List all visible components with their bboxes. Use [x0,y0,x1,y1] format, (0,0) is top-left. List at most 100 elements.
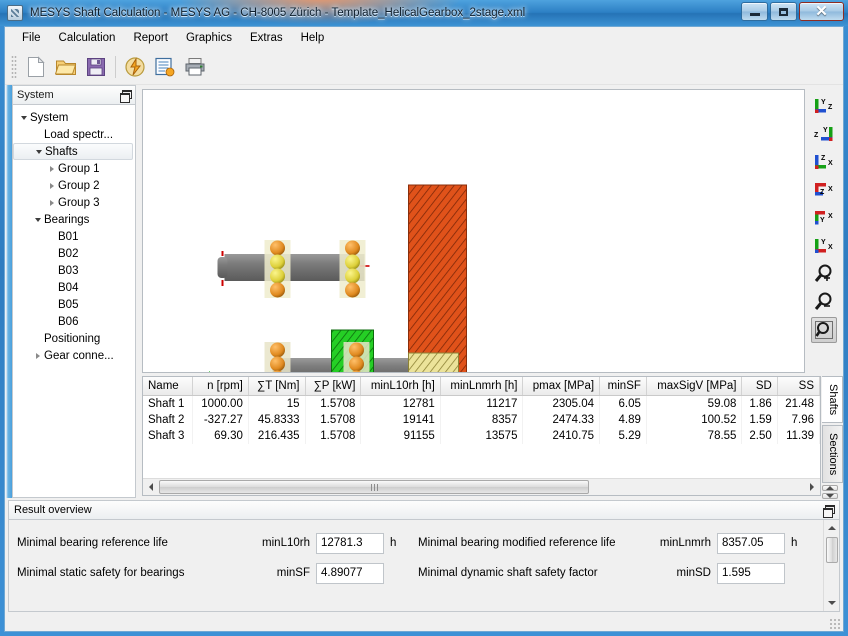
tree-item-group-2[interactable]: Group 2 [13,177,135,194]
open-folder-icon[interactable] [51,52,81,82]
tree-item-group-1[interactable]: Group 1 [13,160,135,177]
tree-item-b02[interactable]: B02 [13,245,135,262]
scroll-right-arrow-icon[interactable] [804,480,820,495]
chevron-right-icon[interactable] [45,200,58,206]
table-row[interactable]: Shaft 369.30216.4351.570891155135752410.… [143,428,820,444]
table-horizontal-scrollbar[interactable] [143,478,820,495]
view-zy-icon[interactable]: Y Z [811,121,837,147]
result-scroll-thumb[interactable] [826,537,838,563]
tree-item-label: B05 [58,299,78,311]
column-header-minlnmrh-h[interactable]: minLnmrh [h] [440,377,523,396]
toolbar-grip[interactable] [11,55,17,79]
horizontal-scroll-thumb[interactable] [159,480,589,494]
window-title: MESYS Shaft Calculation - MESYS AG - CH-… [30,7,525,19]
tree-item-system[interactable]: System [13,109,135,126]
svg-text:X: X [828,186,833,193]
table-header-row: Namen [rpm]∑T [Nm]∑P [kW]minL10rh [h]min… [143,377,820,396]
column-header-minl10rh-h[interactable]: minL10rh [h] [361,377,440,396]
column-header-t-nm[interactable]: ∑T [Nm] [248,377,305,396]
column-header-sd[interactable]: SD [742,377,777,396]
minimize-button[interactable] [741,2,768,21]
column-header-maxsigv-mpa[interactable]: maxSigV [MPa] [646,377,742,396]
table-row[interactable]: Shaft 11000.00151.570812781112172305.046… [143,396,820,413]
table-cell: 100.52 [646,412,742,428]
toolbar-separator [115,56,116,78]
maximize-button[interactable] [770,2,797,21]
table-cell: 8357 [440,412,523,428]
scroll-down-arrow-icon[interactable] [825,596,839,610]
svg-text:Y: Y [821,239,826,246]
report-icon[interactable] [150,52,180,82]
zoom-fit-icon[interactable] [811,317,837,343]
svg-text:X: X [828,244,833,251]
table-scroll-up-button[interactable] [822,485,838,491]
chevron-right-icon[interactable] [45,166,58,172]
tree-item-b01[interactable]: B01 [13,228,135,245]
graphics-view[interactable] [142,89,805,373]
result-value-field[interactable]: 8357.05 [717,533,785,554]
result-value-field[interactable]: 4.89077 [316,563,384,584]
tree-item-gear-conne[interactable]: Gear conne... [13,347,135,364]
save-disk-icon[interactable] [81,52,111,82]
tab-shafts[interactable]: Shafts [822,376,843,423]
float-restore-icon[interactable] [823,505,834,516]
column-header-p-kw[interactable]: ∑P [kW] [305,377,361,396]
zoom-in-icon[interactable] [811,261,837,287]
window-resize-grip[interactable] [829,618,841,630]
result-vertical-scrollbar[interactable] [823,520,839,611]
chevron-right-icon[interactable] [31,353,44,359]
scroll-left-arrow-icon[interactable] [143,480,159,495]
menu-calculation[interactable]: Calculation [50,29,125,47]
chevron-right-icon[interactable] [45,183,58,189]
menu-report[interactable]: Report [124,29,177,47]
window-controls: ✕ [741,2,844,21]
tree-item-b06[interactable]: B06 [13,313,135,330]
table-cell: 1.86 [742,396,777,413]
chevron-down-icon[interactable] [32,150,45,154]
table-cell: 2.50 [742,428,777,444]
view-yz-icon[interactable]: Y Z [811,93,837,119]
menu-help[interactable]: Help [292,29,334,47]
horizontal-scroll-track[interactable] [589,480,804,495]
chevron-down-icon[interactable] [31,218,44,222]
column-header-pmax-mpa[interactable]: pmax [MPa] [523,377,600,396]
tree-item-shafts[interactable]: Shafts [13,143,133,160]
printer-icon[interactable] [180,52,210,82]
close-button[interactable]: ✕ [799,2,844,21]
tree-item-b03[interactable]: B03 [13,262,135,279]
result-value-field[interactable]: 1.595 [717,563,785,584]
table-scroll-down-button[interactable] [822,493,838,499]
view-yx-icon[interactable]: Y X [811,233,837,259]
table-cell: 2410.75 [523,428,600,444]
zoom-out-icon[interactable] [811,289,837,315]
calculate-lightning-icon[interactable] [120,52,150,82]
column-header-n-rpm[interactable]: n [rpm] [193,377,249,396]
float-restore-icon[interactable] [120,90,131,101]
result-value-field[interactable]: 12781.3 [316,533,384,554]
tree-item-group-3[interactable]: Group 3 [13,194,135,211]
system-tree[interactable]: SystemLoad spectr...ShaftsGroup 1Group 2… [12,104,136,498]
column-header-ss[interactable]: SS [777,377,819,396]
menu-file[interactable]: File [13,29,50,47]
tree-item-bearings[interactable]: Bearings [13,211,135,228]
table-cell: 11217 [440,396,523,413]
view-xz-icon[interactable]: Z X [811,177,837,203]
chevron-down-icon[interactable] [17,116,30,120]
tab-sections[interactable]: Sections [822,425,843,483]
result-item: Minimal bearing reference lifeminL10rh12… [17,533,418,554]
column-header-name[interactable]: Name [143,377,193,396]
column-header-minsf[interactable]: minSF [600,377,647,396]
tree-item-positioning[interactable]: Positioning [13,330,135,347]
view-zx-icon[interactable]: Z X [811,149,837,175]
new-file-icon[interactable] [21,52,51,82]
view-xy-icon[interactable]: Y X [811,205,837,231]
tree-item-b05[interactable]: B05 [13,296,135,313]
application-window: MESYS Shaft Calculation - MESYS AG - CH-… [0,0,848,636]
menu-extras[interactable]: Extras [241,29,292,47]
table-row[interactable]: Shaft 2-327.2745.83331.57081914183572474… [143,412,820,428]
tree-item-b04[interactable]: B04 [13,279,135,296]
scroll-up-arrow-icon[interactable] [825,521,839,535]
tree-item-load-spectr[interactable]: Load spectr... [13,126,135,143]
table-cell: 21.48 [777,396,819,413]
menu-graphics[interactable]: Graphics [177,29,241,47]
